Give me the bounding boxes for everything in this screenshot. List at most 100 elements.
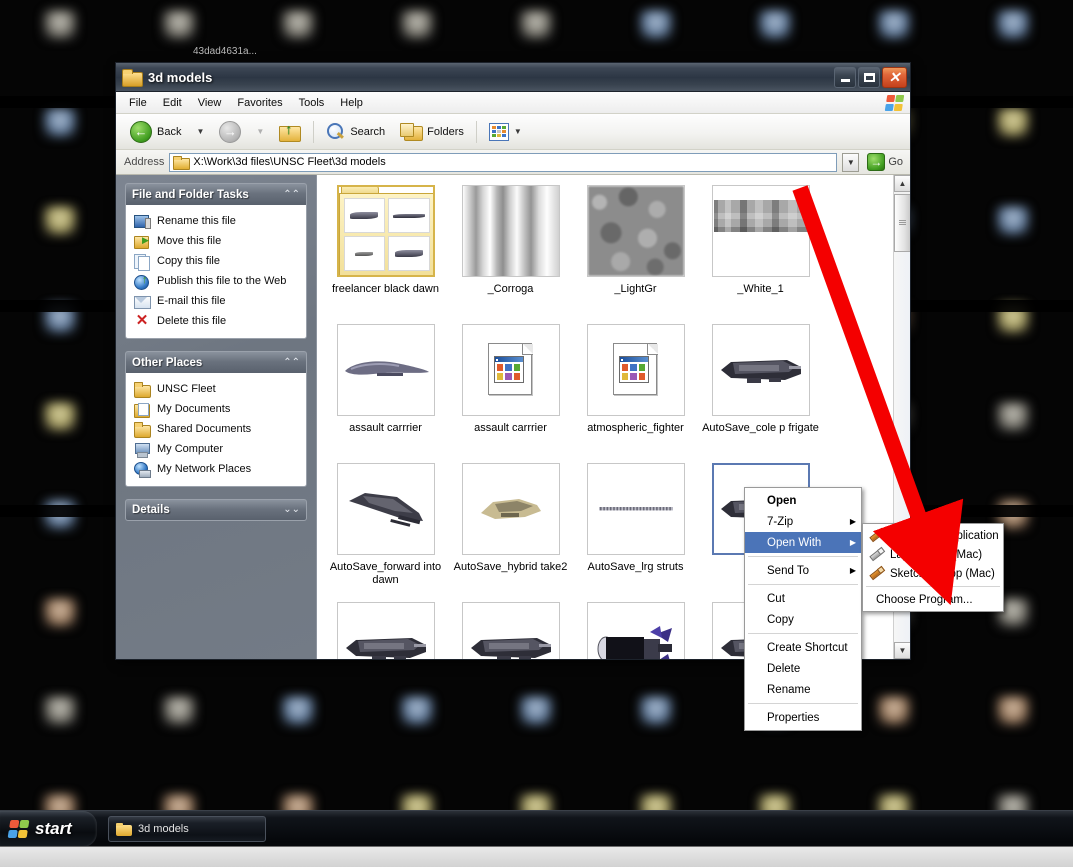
file-label: freelancer black dawn [331, 283, 439, 295]
desktop-icon[interactable] [119, 686, 238, 784]
task-rename-this-file[interactable]: Rename this file [126, 211, 306, 231]
open-with-submenu[interactable]: SketchUp Application LayOut.app (Mac) Sket… [862, 523, 1004, 612]
address-dropdown-button[interactable]: ▼ [842, 152, 860, 172]
desktop-icon[interactable] [954, 196, 1073, 294]
forward-button[interactable]: → [212, 117, 248, 147]
close-button[interactable]: ✕ [882, 66, 907, 88]
desktop-icon[interactable] [477, 686, 596, 784]
taskbar[interactable]: start 3d models [0, 810, 1073, 867]
file-item[interactable] [573, 600, 698, 659]
context-menu-item-copy[interactable]: Copy [745, 609, 861, 630]
scroll-up-button[interactable]: ▲ [894, 175, 910, 192]
submenu-item-choose-program[interactable]: Choose Program... [863, 590, 1003, 609]
address-input[interactable]: X:\Work\3d files\UNSC Fleet\3d models [169, 152, 838, 172]
file-item[interactable] [448, 600, 573, 659]
place-shared-documents[interactable]: Shared Documents [126, 419, 306, 439]
chevron-up-icon[interactable]: ⌃⌃ [283, 189, 300, 200]
task-publish-this-file-to-the-web[interactable]: Publish this file to the Web [126, 271, 306, 291]
desktop-icon[interactable] [0, 98, 119, 196]
context-menu-item-open-with[interactable]: Open With ▶ [745, 532, 861, 553]
context-menu-item-7-zip[interactable]: 7-Zip ▶ [745, 511, 861, 532]
task-email-this-file[interactable]: E-mail this file [126, 291, 306, 311]
context-menu-item-rename[interactable]: Rename [745, 679, 861, 700]
model-preview-icon [342, 630, 430, 659]
maximize-button[interactable] [858, 66, 880, 88]
folders-button[interactable]: Folders [393, 119, 471, 145]
minimize-button[interactable] [834, 66, 856, 88]
file-item[interactable]: AutoSave_lrg struts [573, 461, 698, 600]
context-menu-item-delete[interactable]: Delete [745, 658, 861, 679]
file-item[interactable]: _Corroga [448, 183, 573, 322]
scroll-down-button[interactable]: ▼ [894, 642, 910, 659]
file-item[interactable] [323, 600, 448, 659]
copy-icon [134, 253, 150, 271]
task-copy-this-file[interactable]: Copy this file [126, 251, 306, 271]
file-item[interactable]: assault carrrier [448, 322, 573, 461]
desktop-icon[interactable] [0, 196, 119, 294]
context-menu-item-properties[interactable]: Properties [745, 707, 861, 728]
sketchup-document-icon [487, 343, 534, 397]
context-menu-item-send-to[interactable]: Send To ▶ [745, 560, 861, 581]
panel-header-other-places[interactable]: Other Places ⌃⌃ [125, 351, 307, 373]
context-menu-item-open[interactable]: Open [745, 490, 861, 511]
file-item[interactable]: assault carrrier [323, 322, 448, 461]
context-menu[interactable]: Open 7-Zip ▶ Open With ▶ Send To ▶ Cut Copy Creat… [744, 487, 862, 731]
context-menu-item-cut[interactable]: Cut [745, 588, 861, 609]
taskbar-item-3d-models[interactable]: 3d models [108, 816, 266, 842]
start-button[interactable]: start [0, 811, 97, 847]
desktop-icon[interactable] [0, 0, 119, 98]
desktop-icon[interactable] [954, 392, 1073, 490]
task-pane[interactable]: File and Folder Tasks ⌃⌃ Rename this fil… [116, 175, 316, 659]
desktop-icon[interactable] [954, 98, 1073, 196]
up-button[interactable] [272, 118, 308, 145]
place-my-computer[interactable]: My Computer [126, 439, 306, 459]
go-button[interactable]: → Go [864, 153, 906, 171]
panel-header-file-tasks[interactable]: File and Folder Tasks ⌃⌃ [125, 183, 307, 205]
place-my-network-places[interactable]: My Network Places [126, 459, 306, 479]
desktop-icon[interactable] [358, 686, 477, 784]
context-menu-item-create-shortcut[interactable]: Create Shortcut [745, 637, 861, 658]
file-item[interactable]: AutoSave_cole p frigate [698, 322, 823, 461]
file-item[interactable]: _LightGr [573, 183, 698, 322]
file-item[interactable]: AutoSave_hybrid take2 [448, 461, 573, 600]
submenu-item-layout-app-mac[interactable]: LayOut.app (Mac) [863, 545, 1003, 564]
back-dropdown[interactable]: ▼ [189, 123, 211, 140]
panel-header-details[interactable]: Details ⌄⌄ [125, 499, 307, 521]
window-titlebar[interactable]: 3d models ✕ [116, 63, 910, 92]
menu-tools[interactable]: Tools [291, 94, 333, 112]
file-item[interactable]: _White_1 [698, 183, 823, 322]
place-my-documents[interactable]: My Documents [126, 399, 306, 419]
menu-view[interactable]: View [190, 94, 230, 112]
back-button[interactable]: ← Back [123, 117, 188, 147]
views-button[interactable]: ▼ [482, 119, 529, 145]
address-bar[interactable]: Address X:\Work\3d files\UNSC Fleet\3d m… [116, 150, 910, 175]
menu-favorites[interactable]: Favorites [229, 94, 290, 112]
desktop-icon[interactable] [954, 686, 1073, 784]
desktop-icon[interactable] [238, 686, 357, 784]
chevron-up-icon[interactable]: ⌃⌃ [283, 357, 300, 368]
desktop-icon[interactable] [0, 392, 119, 490]
task-delete-this-file[interactable]: ✕ Delete this file [126, 311, 306, 331]
desktop-icon[interactable] [954, 0, 1073, 98]
network-places-icon [134, 461, 151, 478]
scrollbar-thumb[interactable] [894, 194, 910, 252]
file-item[interactable]: atmospheric_fighter [573, 322, 698, 461]
menu-bar[interactable]: File Edit View Favorites Tools Help [116, 92, 910, 114]
menu-help[interactable]: Help [332, 94, 371, 112]
desktop-icon[interactable] [0, 588, 119, 686]
desktop-icon[interactable] [596, 686, 715, 784]
task-move-this-file[interactable]: Move this file [126, 231, 306, 251]
file-item[interactable]: AutoSave_forward into dawn [323, 461, 448, 600]
desktop-icon[interactable] [0, 686, 119, 784]
forward-dropdown[interactable]: ▼ [249, 123, 271, 140]
submenu-item-sketchup-application[interactable]: SketchUp Application [863, 526, 1003, 545]
chevron-down-icon[interactable]: ⌄⌄ [283, 505, 300, 515]
search-button[interactable]: Search [319, 118, 392, 145]
menu-file[interactable]: File [121, 94, 155, 112]
place-unsc-fleet[interactable]: UNSC Fleet [126, 379, 306, 399]
toolbar[interactable]: ← Back ▼ → ▼ Search Folders ▼ [116, 114, 910, 150]
menu-item-label: Send To [767, 564, 809, 577]
menu-edit[interactable]: Edit [155, 94, 190, 112]
file-item[interactable]: freelancer black dawn [323, 183, 448, 322]
submenu-item-sketchup-app-mac[interactable]: SketchUp.app (Mac) [863, 564, 1003, 583]
